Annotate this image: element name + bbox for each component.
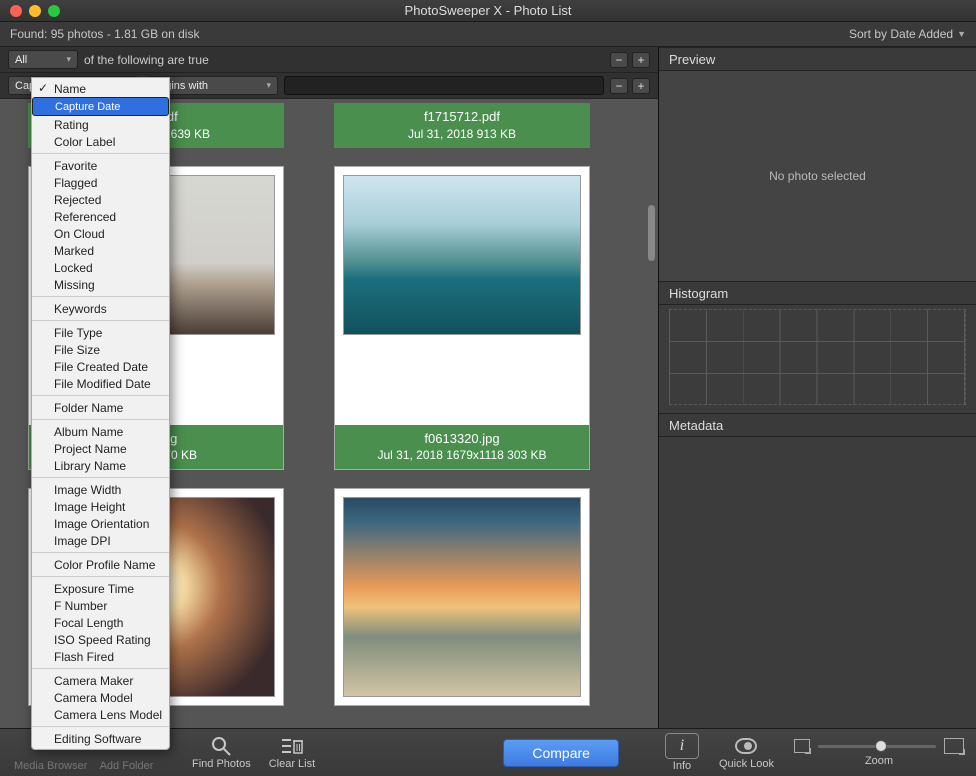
photo-caption: f1715712.pdf Jul 31, 2018 913 KB bbox=[334, 103, 590, 148]
compare-label: Compare bbox=[532, 745, 590, 761]
preview-empty-text: No photo selected bbox=[769, 169, 866, 183]
photo-thumbnail bbox=[343, 175, 581, 335]
preview-area: No photo selected bbox=[659, 71, 976, 281]
chevron-down-icon: ▼ bbox=[957, 29, 966, 39]
add-rule-button[interactable]: + bbox=[632, 78, 650, 94]
quick-look-button[interactable]: Quick Look bbox=[719, 735, 774, 770]
found-summary: Found: 95 photos - 1.81 GB on disk bbox=[10, 27, 199, 41]
menu-item[interactable]: Project Name bbox=[32, 440, 169, 457]
panel-header-preview: Preview bbox=[659, 47, 976, 71]
eye-icon bbox=[735, 735, 757, 757]
histogram-grid bbox=[669, 309, 966, 405]
menu-item[interactable]: Capture Date bbox=[32, 97, 169, 116]
magnifier-icon bbox=[210, 735, 232, 757]
menu-item[interactable]: Image DPI bbox=[32, 532, 169, 549]
menu-item[interactable]: Referenced bbox=[32, 208, 169, 225]
panel-header-metadata: Metadata bbox=[659, 413, 976, 437]
zoom-large-icon[interactable] bbox=[944, 738, 964, 754]
add-rule-button[interactable]: + bbox=[632, 52, 650, 68]
menu-item[interactable]: File Created Date bbox=[32, 358, 169, 375]
menu-item[interactable]: Color Label bbox=[32, 133, 169, 150]
clear-list-button[interactable]: Clear List bbox=[269, 735, 315, 770]
photo-caption: f0613320.jpg Jul 31, 2018 1679x1118 303 … bbox=[335, 425, 589, 470]
chevron-down-icon: ▾ bbox=[266, 80, 271, 91]
menu-item[interactable]: Folder Name bbox=[32, 399, 169, 416]
panel-header-histogram: Histogram bbox=[659, 281, 976, 305]
window-title: PhotoSweeper X - Photo List bbox=[0, 3, 976, 18]
menu-item[interactable]: Color Profile Name bbox=[32, 556, 169, 573]
menu-item[interactable]: Marked bbox=[32, 242, 169, 259]
menu-item[interactable]: Flagged bbox=[32, 174, 169, 191]
menu-item[interactable]: Camera Lens Model bbox=[32, 706, 169, 723]
photo-filename: f1715712.pdf bbox=[334, 108, 590, 126]
toolbar-label: Info bbox=[673, 760, 691, 772]
photo-meta: Jul 31, 2018 913 KB bbox=[334, 126, 590, 142]
found-bar: Found: 95 photos - 1.81 GB on disk Sort … bbox=[0, 22, 976, 47]
match-scope-label: All bbox=[15, 54, 27, 66]
menu-item[interactable]: Camera Model bbox=[32, 689, 169, 706]
filter-row-all: All ▾ of the following are true − + bbox=[0, 47, 658, 73]
photo-card[interactable] bbox=[334, 488, 590, 706]
info-icon: i bbox=[665, 733, 699, 759]
menu-item[interactable]: File Modified Date bbox=[32, 375, 169, 392]
menu-item[interactable]: File Type bbox=[32, 324, 169, 341]
zoom-slider[interactable] bbox=[818, 745, 936, 748]
info-button[interactable]: i Info bbox=[665, 733, 699, 772]
zoom-slider-knob[interactable] bbox=[875, 740, 887, 752]
find-photos-button[interactable]: Find Photos bbox=[192, 735, 251, 770]
filter-row-text: of the following are true bbox=[84, 53, 209, 67]
menu-item[interactable]: Rating bbox=[32, 116, 169, 133]
toolbar-label: Zoom bbox=[865, 755, 893, 767]
zoom-control: Zoom bbox=[794, 738, 964, 767]
menu-item[interactable]: Editing Software bbox=[32, 730, 169, 747]
clear-list-icon bbox=[281, 735, 303, 757]
menu-item[interactable]: Camera Maker bbox=[32, 672, 169, 689]
menu-item[interactable]: Rejected bbox=[32, 191, 169, 208]
match-scope-select[interactable]: All ▾ bbox=[8, 50, 78, 69]
menu-item[interactable]: Favorite bbox=[32, 157, 169, 174]
photo-filename: f0613320.jpg bbox=[335, 430, 589, 448]
photo-thumbnail bbox=[343, 497, 581, 697]
media-browser-button[interactable]: Media Browser Add Folder bbox=[14, 760, 153, 772]
menu-item[interactable]: Name bbox=[32, 80, 169, 97]
remove-rule-button[interactable]: − bbox=[610, 78, 628, 94]
menu-item[interactable]: Exposure Time bbox=[32, 580, 169, 597]
menu-item[interactable]: Locked bbox=[32, 259, 169, 276]
toolbar-label: Find Photos bbox=[192, 758, 251, 770]
scrollbar-thumb[interactable] bbox=[648, 205, 655, 261]
attribute-dropdown-menu: NameCapture DateRatingColor Label Favorit… bbox=[31, 77, 170, 750]
menu-item[interactable]: File Size bbox=[32, 341, 169, 358]
compare-button[interactable]: Compare bbox=[503, 739, 619, 767]
menu-item[interactable]: Album Name bbox=[32, 423, 169, 440]
menu-item[interactable]: On Cloud bbox=[32, 225, 169, 242]
menu-item[interactable]: Image Height bbox=[32, 498, 169, 515]
menu-item[interactable]: Keywords bbox=[32, 300, 169, 317]
toolbar-label: Quick Look bbox=[719, 758, 774, 770]
menu-item[interactable]: Flash Fired bbox=[32, 648, 169, 665]
filter-value-input[interactable] bbox=[284, 76, 604, 95]
menu-item[interactable]: F Number bbox=[32, 597, 169, 614]
menu-item[interactable]: ISO Speed Rating bbox=[32, 631, 169, 648]
compare-button-wrap: Compare bbox=[503, 739, 619, 767]
metadata-panel bbox=[659, 437, 976, 728]
menu-item[interactable]: Missing bbox=[32, 276, 169, 293]
photo-meta: Jul 31, 2018 1679x1118 303 KB bbox=[335, 447, 589, 463]
remove-rule-button[interactable]: − bbox=[610, 52, 628, 68]
menu-item[interactable]: Focal Length bbox=[32, 614, 169, 631]
zoom-small-icon[interactable] bbox=[794, 739, 810, 753]
menu-item[interactable]: Image Width bbox=[32, 481, 169, 498]
sort-by-dropdown[interactable]: Sort by Date Added ▼ bbox=[849, 27, 966, 41]
title-bar: PhotoSweeper X - Photo List bbox=[0, 0, 976, 22]
chevron-down-icon: ▾ bbox=[66, 54, 71, 65]
photo-card[interactable]: f0613320.jpg Jul 31, 2018 1679x1118 303 … bbox=[334, 166, 590, 471]
toolbar-label: Clear List bbox=[269, 758, 315, 770]
menu-item[interactable]: Image Orientation bbox=[32, 515, 169, 532]
histogram-panel bbox=[659, 305, 976, 413]
sort-by-label: Sort by Date Added bbox=[849, 27, 953, 41]
menu-item[interactable]: Library Name bbox=[32, 457, 169, 474]
